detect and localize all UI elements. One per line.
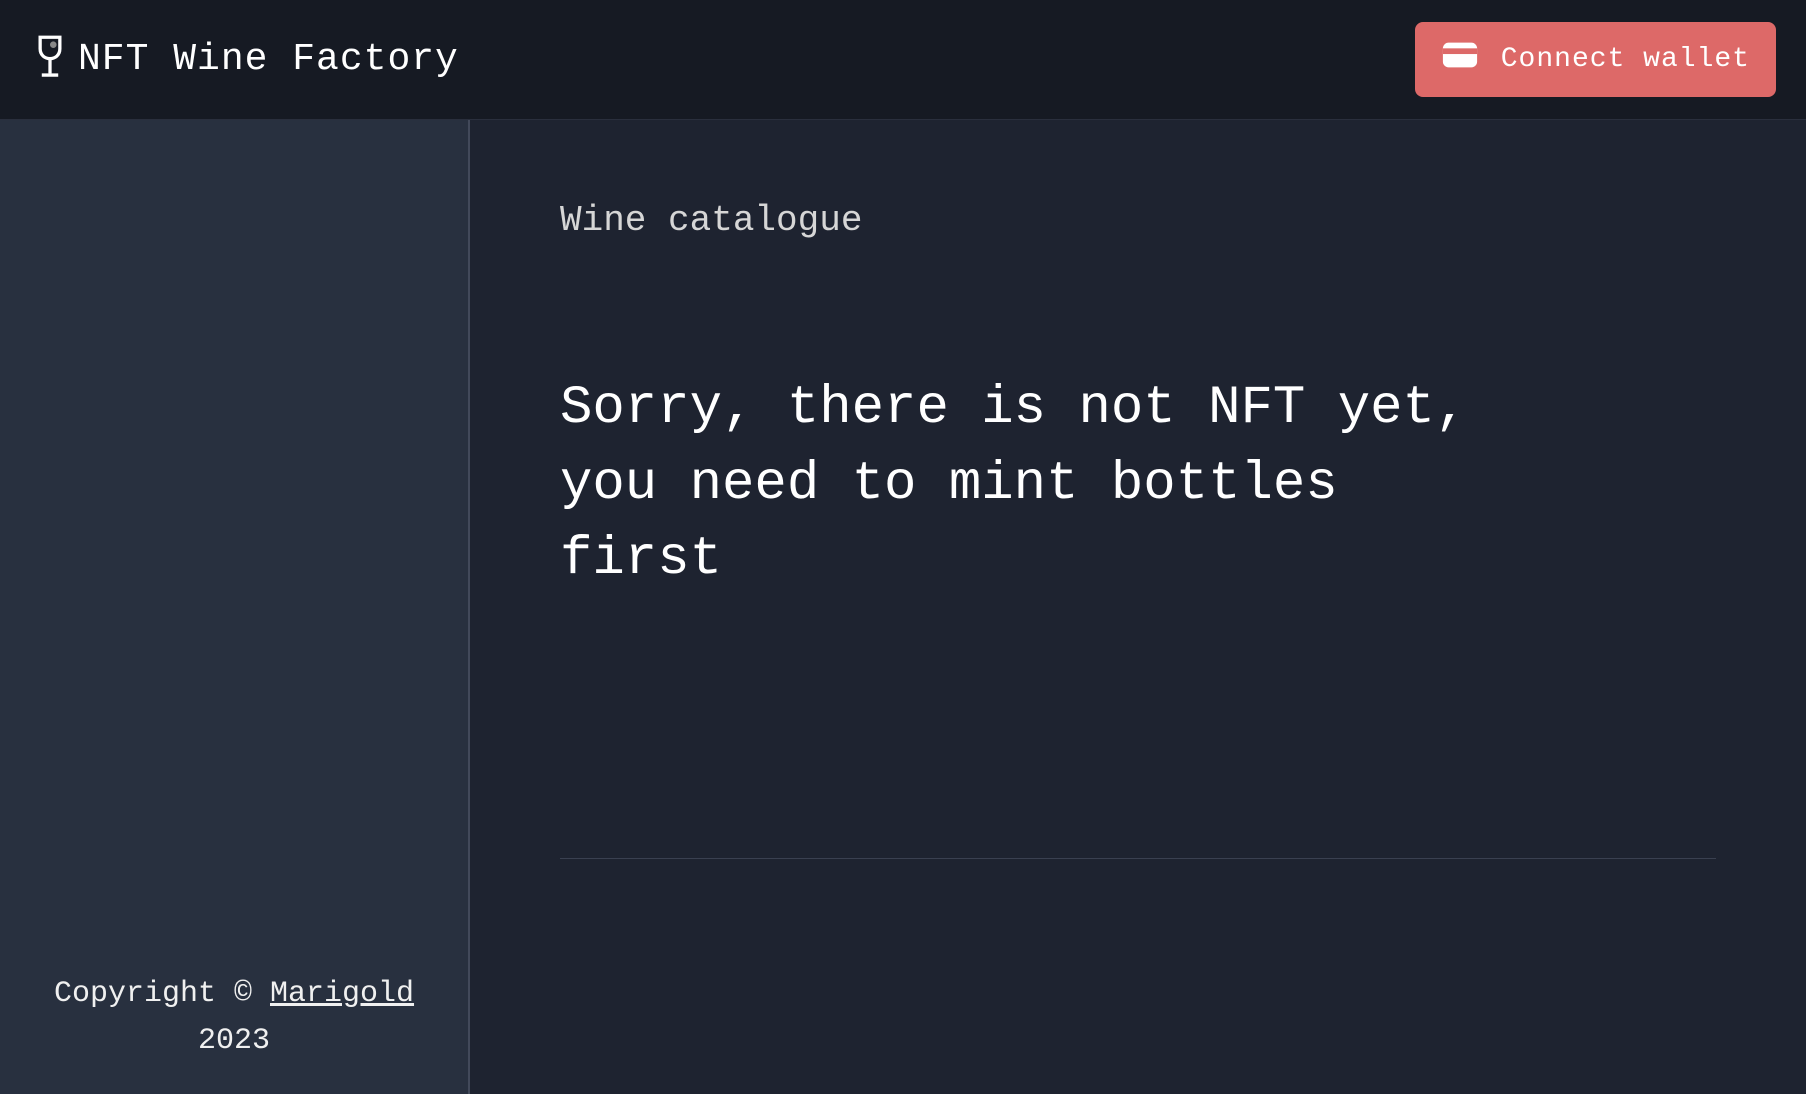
footer-link[interactable]: Marigold [270,977,414,1011]
connect-wallet-button[interactable]: Connect wallet [1415,22,1776,97]
app-title-wrap: NFT Wine Factory [30,34,459,85]
footer: Copyright © Marigold 2023 [0,971,468,1064]
wallet-icon [1441,40,1479,79]
wine-glass-icon [30,34,70,85]
app-header: NFT Wine Factory Connect wallet [0,0,1806,120]
app-title: NFT Wine Factory [78,38,459,81]
sidebar: Copyright © Marigold 2023 [0,120,470,1094]
main-content: Wine catalogue Sorry, there is not NFT y… [470,120,1806,1094]
connect-wallet-label: Connect wallet [1501,44,1750,75]
footer-prefix: Copyright © [54,977,270,1011]
footer-year: 2023 [198,1024,270,1058]
empty-state-message: Sorry, there is not NFT yet, you need to… [560,371,1520,598]
divider [560,858,1716,859]
section-title: Wine catalogue [560,200,1716,241]
body-row: Copyright © Marigold 2023 Wine catalogue… [0,120,1806,1094]
